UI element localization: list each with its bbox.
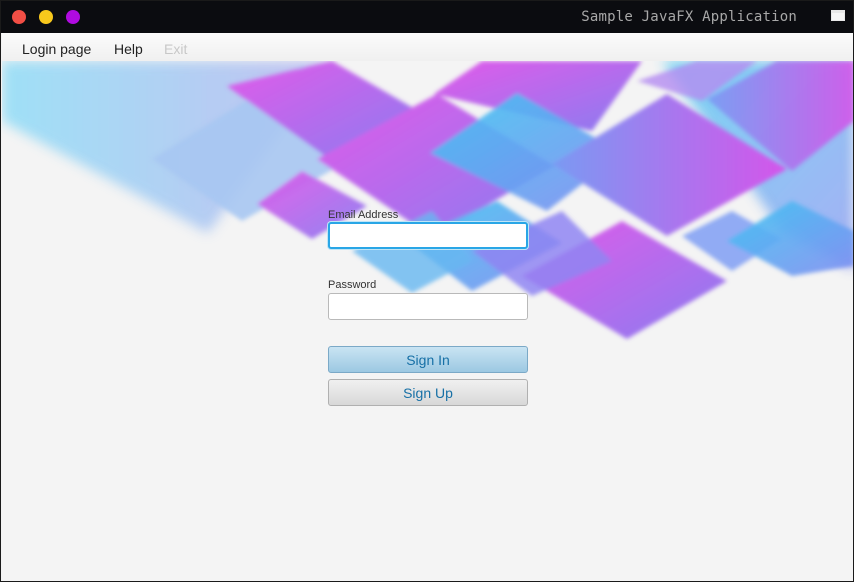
menu-bar: Login page Help Exit xyxy=(2,33,853,62)
password-label: Password xyxy=(328,279,377,291)
menu-exit: Exit xyxy=(164,41,188,57)
email-field[interactable] xyxy=(328,222,528,249)
minimize-window-button[interactable] xyxy=(39,10,53,24)
window-title: Sample JavaFX Application xyxy=(581,9,797,25)
title-bar: Sample JavaFX Application xyxy=(1,1,853,33)
zoom-window-button[interactable] xyxy=(66,10,80,24)
sign-in-label: Sign In xyxy=(406,351,450,368)
login-content: Email Address Password Sign In Sign Up xyxy=(2,61,853,581)
menu-help[interactable]: Help xyxy=(114,41,143,57)
email-label: Email Address xyxy=(328,209,399,221)
close-window-button[interactable] xyxy=(12,10,26,24)
sign-in-button[interactable]: Sign In xyxy=(328,346,528,373)
maximize-icon[interactable] xyxy=(831,10,845,21)
sign-up-label: Sign Up xyxy=(403,384,453,401)
app-window: Sample JavaFX Application Login page Hel… xyxy=(0,0,854,582)
sign-up-button[interactable]: Sign Up xyxy=(328,379,528,406)
menu-login-page[interactable]: Login page xyxy=(22,41,91,57)
password-field[interactable] xyxy=(328,293,528,320)
